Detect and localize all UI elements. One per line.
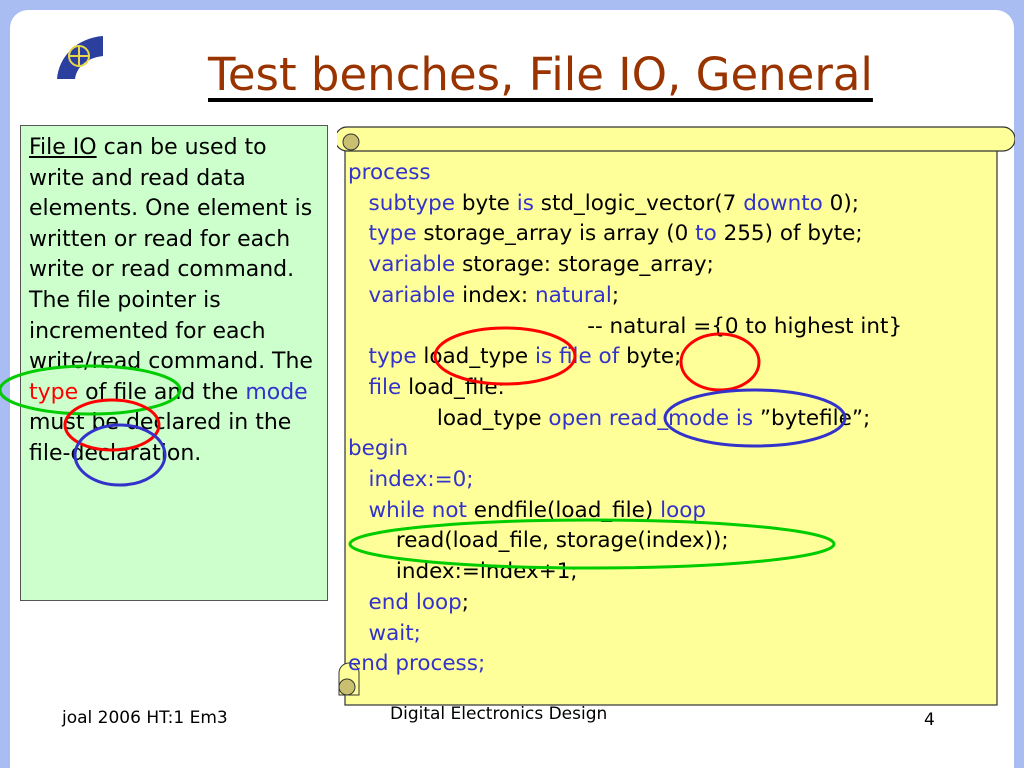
code-text: 255) of byte; xyxy=(716,221,863,247)
code-keyword: is file of xyxy=(534,344,620,370)
code-line: end process; xyxy=(348,649,902,680)
code-text: 0); xyxy=(822,190,859,216)
code-line: type load_type is file of byte; xyxy=(348,342,902,373)
code-text: index:=index+1; xyxy=(348,559,578,585)
code-keyword: wait; xyxy=(368,620,421,646)
code-keyword: index:=0; xyxy=(368,467,474,493)
code-text: std_logic_vector(7 xyxy=(533,190,744,216)
logo-icon xyxy=(57,36,103,79)
code-line: process xyxy=(348,158,902,189)
code-line: while not endfile(load_file) loop xyxy=(348,496,902,527)
code-text: byte; xyxy=(619,344,682,370)
code-line: -- natural ={0 to highest int} xyxy=(348,312,902,343)
code-line: variable index: natural; xyxy=(348,281,902,312)
code-line: read(load_file, storage(index)); xyxy=(348,526,902,557)
code-text: ; xyxy=(461,589,470,615)
note-box: File IO can be used to write and read da… xyxy=(20,125,328,601)
code-text: endfile(load_file) xyxy=(466,497,661,523)
code-text: load_file: xyxy=(401,374,505,400)
code-keyword: subtype xyxy=(368,190,456,216)
code-line: subtype byte is std_logic_vector(7 downt… xyxy=(348,189,902,220)
note-text: can be used to write and read data eleme… xyxy=(29,135,313,375)
code-block: process subtype byte is std_logic_vector… xyxy=(348,158,902,680)
code-text: byte xyxy=(455,190,517,216)
code-keyword: file xyxy=(368,374,402,400)
code-line: file load_file: xyxy=(348,373,902,404)
code-keyword: to xyxy=(695,221,717,247)
footer-left: joal 2006 HT:1 Em3 xyxy=(62,708,228,728)
code-text: load_type xyxy=(416,344,535,370)
code-text: index: xyxy=(455,282,535,308)
note-text: of file and the xyxy=(78,379,246,405)
code-line: index:=0; xyxy=(348,465,902,496)
note-type: type xyxy=(29,379,79,405)
note-text: must be declared in the file-declaration… xyxy=(29,410,292,466)
code-keyword: variable xyxy=(368,282,456,308)
code-line: wait; xyxy=(348,619,902,650)
code-keyword: downto xyxy=(743,190,823,216)
code-keyword: while not xyxy=(368,497,467,523)
code-keyword: loop xyxy=(660,497,707,523)
code-keyword: end process; xyxy=(348,651,486,677)
code-keyword: end loop xyxy=(368,589,462,615)
footer-center: Digital Electronics Design xyxy=(390,704,608,724)
code-keyword: type xyxy=(368,344,417,370)
code-text: ; xyxy=(611,282,620,308)
code-keyword: variable xyxy=(368,252,456,278)
code-text: read(load_file, storage(index)); xyxy=(348,528,729,554)
code-keyword: is xyxy=(516,190,534,216)
note-mode: mode xyxy=(245,379,308,405)
code-line: begin xyxy=(348,434,902,465)
code-keyword: type xyxy=(368,221,417,247)
code-text: storage_array is array (0 xyxy=(416,221,696,247)
code-text: load_type xyxy=(348,405,549,431)
code-keyword: read_mode is xyxy=(608,405,754,431)
code-line: variable storage: storage_array; xyxy=(348,250,902,281)
code-line: index:=index+1; xyxy=(348,557,902,588)
page-number: 4 xyxy=(924,710,935,730)
code-keyword: natural xyxy=(535,282,612,308)
file-io-link: File IO xyxy=(29,135,97,160)
code-text: storage: storage_array; xyxy=(455,252,714,278)
code-keyword: open xyxy=(548,405,603,431)
page-title: Test benches, File IO, General xyxy=(208,48,873,101)
code-keyword: process xyxy=(348,160,431,185)
code-keyword: begin xyxy=(348,436,409,462)
code-text: -- natural ={0 to highest int} xyxy=(348,313,903,339)
code-line: load_type open read_mode is ”bytefile”; xyxy=(348,404,902,435)
code-line: end loop; xyxy=(348,588,902,619)
code-line: type storage_array is array (0 to 255) o… xyxy=(348,219,902,250)
code-text: ”bytefile”; xyxy=(753,405,871,431)
